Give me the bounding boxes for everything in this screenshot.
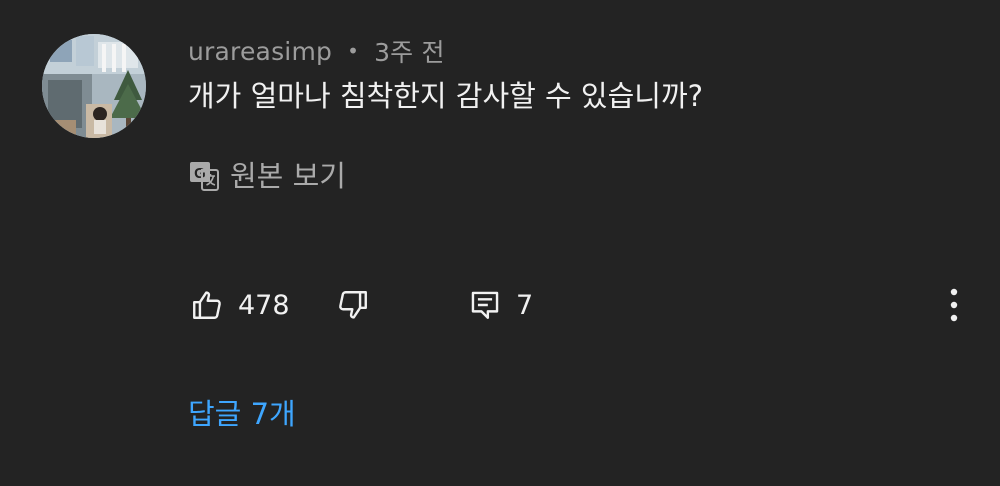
see-original-label: 원본 보기 [230,159,346,193]
comment-thread: urareasimp • 3주 전 개가 얼마나 침착한지 감사할 수 있습니까… [0,0,1000,486]
thumbs-up-icon [193,291,221,319]
reply-button[interactable]: 7 [468,280,533,330]
reply-count: 7 [516,289,534,321]
author-name[interactable]: urareasimp [188,37,332,66]
thumbs-down-icon [339,291,367,319]
more-options-button[interactable] [938,284,970,326]
comment-text: 개가 얼마나 침착한지 감사할 수 있습니까? [188,79,704,113]
avatar-image [42,34,146,138]
more-vertical-icon [950,288,958,322]
comment-meta: urareasimp • 3주 전 [188,33,445,69]
like-count: 478 [238,289,290,321]
dislike-button[interactable] [336,280,370,330]
comment-icon [471,291,499,319]
timestamp[interactable]: 3주 전 [374,33,445,69]
avatar[interactable] [42,34,146,138]
view-replies-button[interactable]: 답글 7개 [188,394,296,434]
like-button[interactable]: 478 [190,280,290,330]
see-original-button[interactable]: G 원본 보기 [188,156,346,196]
translate-icon: G [190,162,219,191]
svg-text:G: G [194,165,206,182]
meta-separator: • [347,39,360,63]
